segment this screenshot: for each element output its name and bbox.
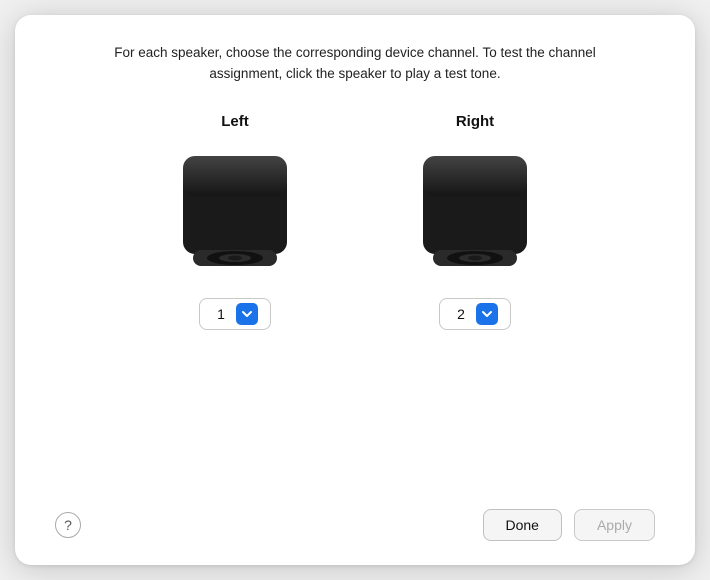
right-speaker-col: Right 2 bbox=[415, 113, 535, 330]
footer: ? Done Apply bbox=[55, 497, 655, 541]
help-button[interactable]: ? bbox=[55, 512, 81, 538]
left-speaker-col: Left 1 bbox=[175, 113, 295, 330]
speakers-row: Left 1 bbox=[175, 113, 535, 497]
done-button[interactable]: Done bbox=[483, 509, 562, 541]
footer-actions: Done Apply bbox=[483, 509, 656, 541]
speaker-assignment-dialog: For each speaker, choose the correspondi… bbox=[15, 15, 695, 565]
left-speaker-icon[interactable] bbox=[175, 150, 295, 280]
left-channel-select[interactable]: 1 bbox=[199, 298, 271, 330]
right-channel-value: 2 bbox=[452, 306, 470, 322]
description-text: For each speaker, choose the correspondi… bbox=[105, 43, 605, 85]
left-speaker-label: Left bbox=[221, 113, 249, 130]
right-speaker-label: Right bbox=[456, 113, 494, 130]
right-speaker-icon[interactable] bbox=[415, 150, 535, 280]
apply-button: Apply bbox=[574, 509, 655, 541]
left-channel-dropdown-btn[interactable] bbox=[236, 303, 258, 325]
right-channel-select[interactable]: 2 bbox=[439, 298, 511, 330]
right-channel-dropdown-btn[interactable] bbox=[476, 303, 498, 325]
left-channel-value: 1 bbox=[212, 306, 230, 322]
